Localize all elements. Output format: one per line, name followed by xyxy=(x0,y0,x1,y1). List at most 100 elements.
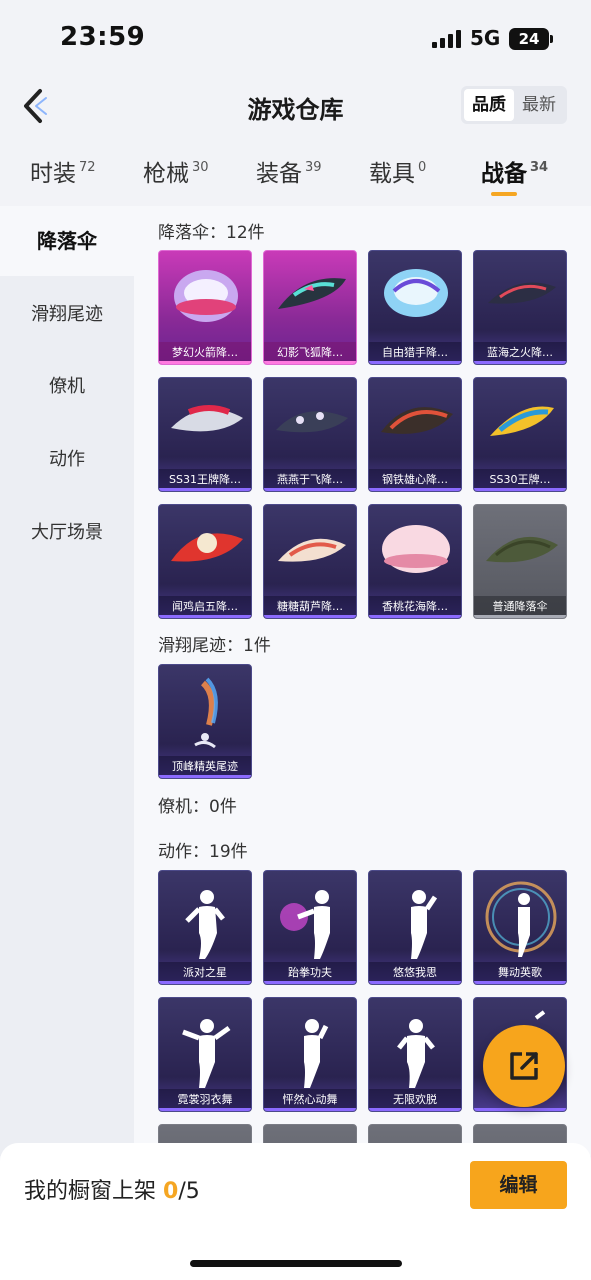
sort-toggle: 品质 最新 xyxy=(461,86,567,124)
tab-count: 0 xyxy=(418,160,427,175)
sidebar: 降落伞 滑翔尾迹 僚机 动作 大厅场景 xyxy=(0,206,134,1156)
section-title-emote: 动作：19件 xyxy=(158,842,248,862)
parachute-icon xyxy=(490,406,554,436)
header: 游戏仓库 品质 最新 xyxy=(0,76,591,136)
tab-label: 枪械 xyxy=(143,161,189,187)
card-underline xyxy=(264,1108,356,1111)
parachute-card[interactable]: 燕燕于飞降… xyxy=(263,377,357,492)
card-underline xyxy=(369,981,461,984)
parachute-icon xyxy=(384,269,448,317)
section-title-parachute: 降落伞：12件 xyxy=(158,223,265,243)
section-title-glide-trail: 滑翔尾迹：1件 xyxy=(158,636,271,656)
dancer-icon xyxy=(304,1019,329,1088)
parachute-card[interactable]: 闻鸡启五降… xyxy=(158,504,252,619)
status-time: 23:59 xyxy=(60,22,146,52)
tab-label: 装备 xyxy=(256,161,302,187)
tab-count: 39 xyxy=(305,160,322,175)
edit-button[interactable]: 编辑 xyxy=(470,1161,567,1209)
bottom-bar: 我的橱窗上架 0/5 编辑 xyxy=(0,1143,591,1280)
network-label: 5G xyxy=(470,26,501,50)
parachute-icon xyxy=(171,533,243,562)
parachute-card[interactable]: 蓝海之火降… xyxy=(473,250,567,365)
tab-outfits[interactable]: 时装 72 xyxy=(30,154,96,188)
card-underline xyxy=(474,1108,566,1111)
parachute-card[interactable]: SS31王牌降… xyxy=(158,377,252,492)
parachute-card[interactable]: 普通降落伞 xyxy=(473,504,567,619)
category-tabs: 时装 72 枪械 30 装备 39 载具 0 战备 34 xyxy=(0,146,591,204)
tab-combat-gear[interactable]: 战备 34 xyxy=(481,154,548,188)
dancer-icon xyxy=(185,890,225,959)
tab-weapons[interactable]: 枪械 30 xyxy=(143,154,209,188)
home-indicator[interactable] xyxy=(190,1260,402,1267)
tab-equipment[interactable]: 装备 39 xyxy=(256,154,322,188)
tab-count: 30 xyxy=(192,160,209,175)
dancer-icon xyxy=(411,890,438,959)
parachute-icon xyxy=(381,407,453,434)
emote-card[interactable]: 舞动英歌 xyxy=(473,870,567,985)
tab-indicator xyxy=(491,192,517,196)
parachute-icon xyxy=(278,538,346,562)
dancer-icon xyxy=(485,881,557,957)
showcase-status: 我的橱窗上架 0/5 xyxy=(24,1173,200,1205)
sidebar-item-wingman[interactable]: 僚机 xyxy=(0,352,134,422)
emote-card[interactable]: 跆拳功夫 xyxy=(263,870,357,985)
dancer-icon xyxy=(280,890,330,959)
signal-icon xyxy=(432,30,462,48)
card-underline xyxy=(159,488,251,491)
dancer-icon xyxy=(182,1019,231,1088)
glide-trail-icon xyxy=(194,677,218,749)
sidebar-item-parachute[interactable]: 降落伞 xyxy=(0,206,134,276)
card-underline xyxy=(159,361,251,364)
parachute-card[interactable]: 钢铁雄心降… xyxy=(368,377,462,492)
parachute-icon xyxy=(174,270,238,322)
showcase-current: 0 xyxy=(163,1179,179,1204)
glide-trail-card[interactable]: 顶峰精英尾迹 xyxy=(158,664,252,779)
tab-label: 载具 xyxy=(369,161,415,187)
card-underline xyxy=(369,615,461,618)
emote-card[interactable]: 怦然心动舞 xyxy=(263,997,357,1112)
card-underline xyxy=(264,615,356,618)
card-underline xyxy=(159,1108,251,1111)
card-underline xyxy=(369,488,461,491)
card-underline xyxy=(264,488,356,491)
parachute-card[interactable]: 糖糖葫芦降… xyxy=(263,504,357,619)
emote-card[interactable]: 派对之星 xyxy=(158,870,252,985)
parachute-card[interactable]: 香桃花海降… xyxy=(368,504,462,619)
emote-card[interactable]: 霓裳羽衣舞 xyxy=(158,997,252,1112)
battery-icon: 24 xyxy=(509,28,553,50)
card-underline xyxy=(159,775,251,778)
section-title-wingman: 僚机：0件 xyxy=(158,797,237,817)
parachute-card[interactable]: 梦幻火箭降… xyxy=(158,250,252,365)
showcase-label: 我的橱窗上架 xyxy=(24,1179,157,1204)
emote-card[interactable]: 悠悠我思 xyxy=(368,870,462,985)
sidebar-item-emote[interactable]: 动作 xyxy=(0,425,134,495)
parachute-icon xyxy=(486,536,558,563)
share-icon xyxy=(510,1052,538,1080)
card-underline xyxy=(474,488,566,491)
parachute-card[interactable]: SS30王牌… xyxy=(473,377,567,492)
parachute-icon xyxy=(488,282,556,304)
sidebar-item-lobby-scene[interactable]: 大厅场景 xyxy=(0,498,134,568)
card-underline xyxy=(474,361,566,364)
inventory-content: 降落伞：12件 梦幻火箭降… 幻影飞狐降… 自由猎手降… 蓝海之火降… SS31… xyxy=(134,206,591,1156)
sort-quality-option[interactable]: 品质 xyxy=(464,89,514,121)
share-button[interactable] xyxy=(483,1025,565,1107)
sidebar-item-glide-trail[interactable]: 滑翔尾迹 xyxy=(0,280,134,350)
card-underline xyxy=(369,361,461,364)
parachute-icon xyxy=(171,405,243,432)
sort-newest-option[interactable]: 最新 xyxy=(514,89,564,121)
card-underline xyxy=(474,615,566,618)
card-underline xyxy=(159,615,251,618)
tab-count: 72 xyxy=(79,160,96,175)
parachute-icon xyxy=(278,278,346,309)
parachute-icon xyxy=(276,411,348,433)
showcase-total: /5 xyxy=(178,1179,200,1204)
card-underline xyxy=(474,981,566,984)
card-underline xyxy=(264,361,356,364)
emote-card[interactable]: 无限欢脱 xyxy=(368,997,462,1112)
parachute-card[interactable]: 自由猎手降… xyxy=(368,250,462,365)
status-bar: 23:59 5G 24 xyxy=(0,0,591,76)
parachute-icon xyxy=(382,525,450,573)
parachute-card[interactable]: 幻影飞狐降… xyxy=(263,250,357,365)
tab-vehicles[interactable]: 载具 0 xyxy=(369,154,426,188)
